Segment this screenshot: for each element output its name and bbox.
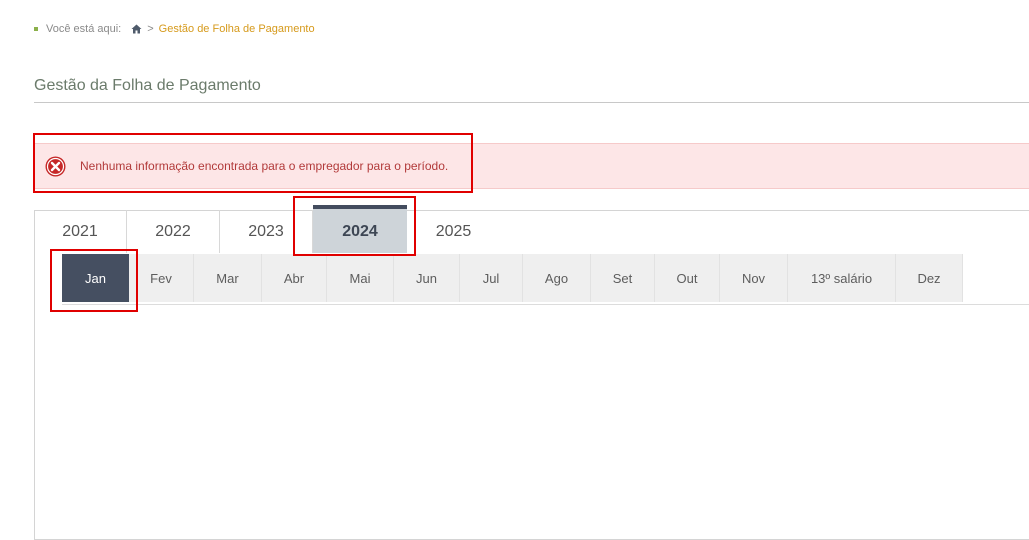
tab-month-jan[interactable]: Jan [62,254,129,302]
tab-month-mar[interactable]: Mar [194,254,262,302]
error-alert: Nenhuma informação encontrada para o emp… [34,143,1029,189]
page-title: Gestão da Folha de Pagamento [34,77,261,94]
month-tabs-divider [62,304,1029,305]
tab-year-2025[interactable]: 2025 [407,210,500,253]
tab-month-out[interactable]: Out [655,254,720,302]
tab-month-13-salario[interactable]: 13º salário [788,254,896,302]
breadcrumb-current[interactable]: Gestão de Folha de Pagamento [159,23,315,35]
breadcrumb: Você está aqui: > Gestão de Folha de Pag… [34,22,315,36]
title-divider [34,102,1029,103]
tab-year-2024[interactable]: 2024 [313,205,407,253]
home-icon[interactable] [131,24,142,34]
alert-message: Nenhuma informação encontrada para o emp… [80,159,449,173]
tab-month-abr[interactable]: Abr [262,254,327,302]
breadcrumb-prefix: Você está aqui: [46,23,122,35]
tab-month-jun[interactable]: Jun [394,254,460,302]
tab-month-dez[interactable]: Dez [896,254,963,302]
tab-month-set[interactable]: Set [591,254,655,302]
breadcrumb-separator: > [147,23,154,35]
tab-year-2022[interactable]: 2022 [127,210,220,253]
tab-month-nov[interactable]: Nov [720,254,788,302]
tab-year-2021[interactable]: 2021 [34,210,127,253]
error-x-icon [45,156,66,177]
breadcrumb-bullet [34,27,38,31]
tab-month-ago[interactable]: Ago [523,254,591,302]
tab-year-2023[interactable]: 2023 [220,210,313,253]
tab-month-mai[interactable]: Mai [327,254,394,302]
month-tabs: Jan Fev Mar Abr Mai Jun Jul Ago Set Out … [62,254,963,302]
year-tabs: 2021 2022 2023 2024 2025 [34,205,500,253]
tab-month-jul[interactable]: Jul [460,254,523,302]
tab-month-fev[interactable]: Fev [129,254,194,302]
